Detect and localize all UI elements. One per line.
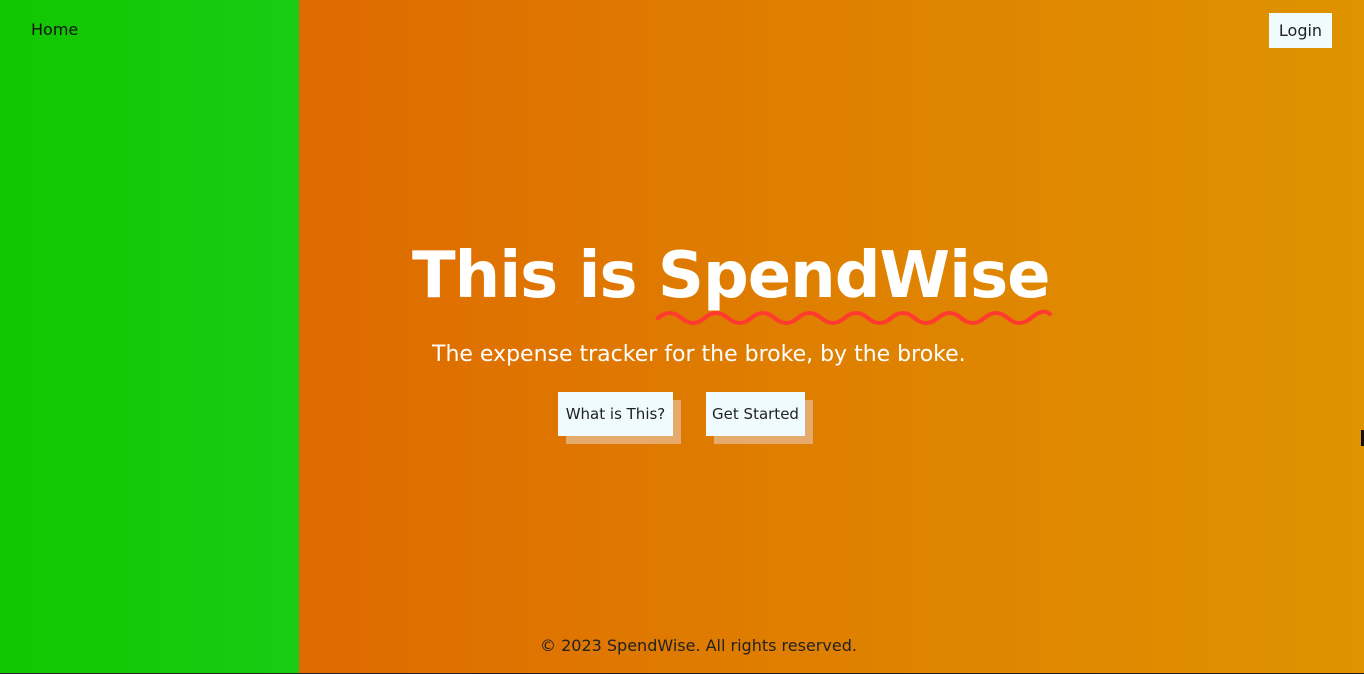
what-is-this-wrapper: What is This?	[558, 392, 681, 444]
login-button[interactable]: Login	[1269, 13, 1332, 48]
get-started-button[interactable]: Get Started	[706, 392, 805, 436]
hero-title: This is SpendWise	[412, 232, 1052, 325]
hero-title-brand: SpendWise	[655, 232, 1052, 325]
hero-title-prefix: This is	[412, 239, 658, 313]
nav-home-link[interactable]: Home	[31, 20, 78, 39]
hero-subtitle: The expense tracker for the broke, by th…	[432, 342, 966, 367]
what-is-this-button[interactable]: What is This?	[558, 392, 673, 436]
footer-copyright: © 2023 SpendWise. All rights reserved.	[540, 636, 857, 655]
squiggle-underline-icon	[655, 309, 1052, 325]
get-started-wrapper: Get Started	[706, 392, 813, 444]
page: Home Login This is SpendWise The expense…	[0, 0, 1364, 674]
hero-brand-text: SpendWise	[657, 239, 1051, 313]
main-panel	[299, 0, 1364, 674]
sidebar-panel	[0, 0, 299, 674]
